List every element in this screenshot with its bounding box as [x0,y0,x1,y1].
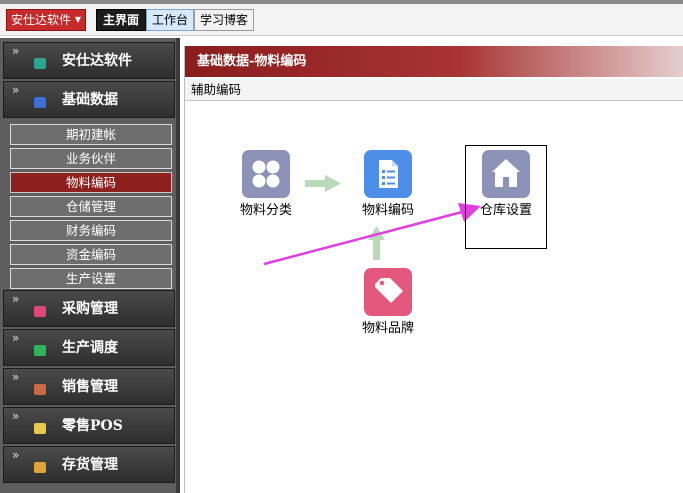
node-label: 物料分类 [239,203,292,218]
flow-connectors [263,175,481,266]
node-label: 物料编码 [361,203,414,218]
node-label: 物料品牌 [361,321,414,336]
node-material-brand[interactable]: 物料品牌 [343,268,433,338]
node-warehouse-settings[interactable]: 仓库设置 [461,150,551,220]
node-label: 仓库设置 [479,203,532,218]
node-material-code[interactable]: 物料编码 [343,150,433,220]
house-icon [482,150,530,198]
tag-icon [364,268,412,316]
node-material-category[interactable]: 物料分类 [221,150,311,220]
flow-arrow-up [368,226,385,260]
grid-icon [242,150,290,198]
document-icon [364,150,412,198]
